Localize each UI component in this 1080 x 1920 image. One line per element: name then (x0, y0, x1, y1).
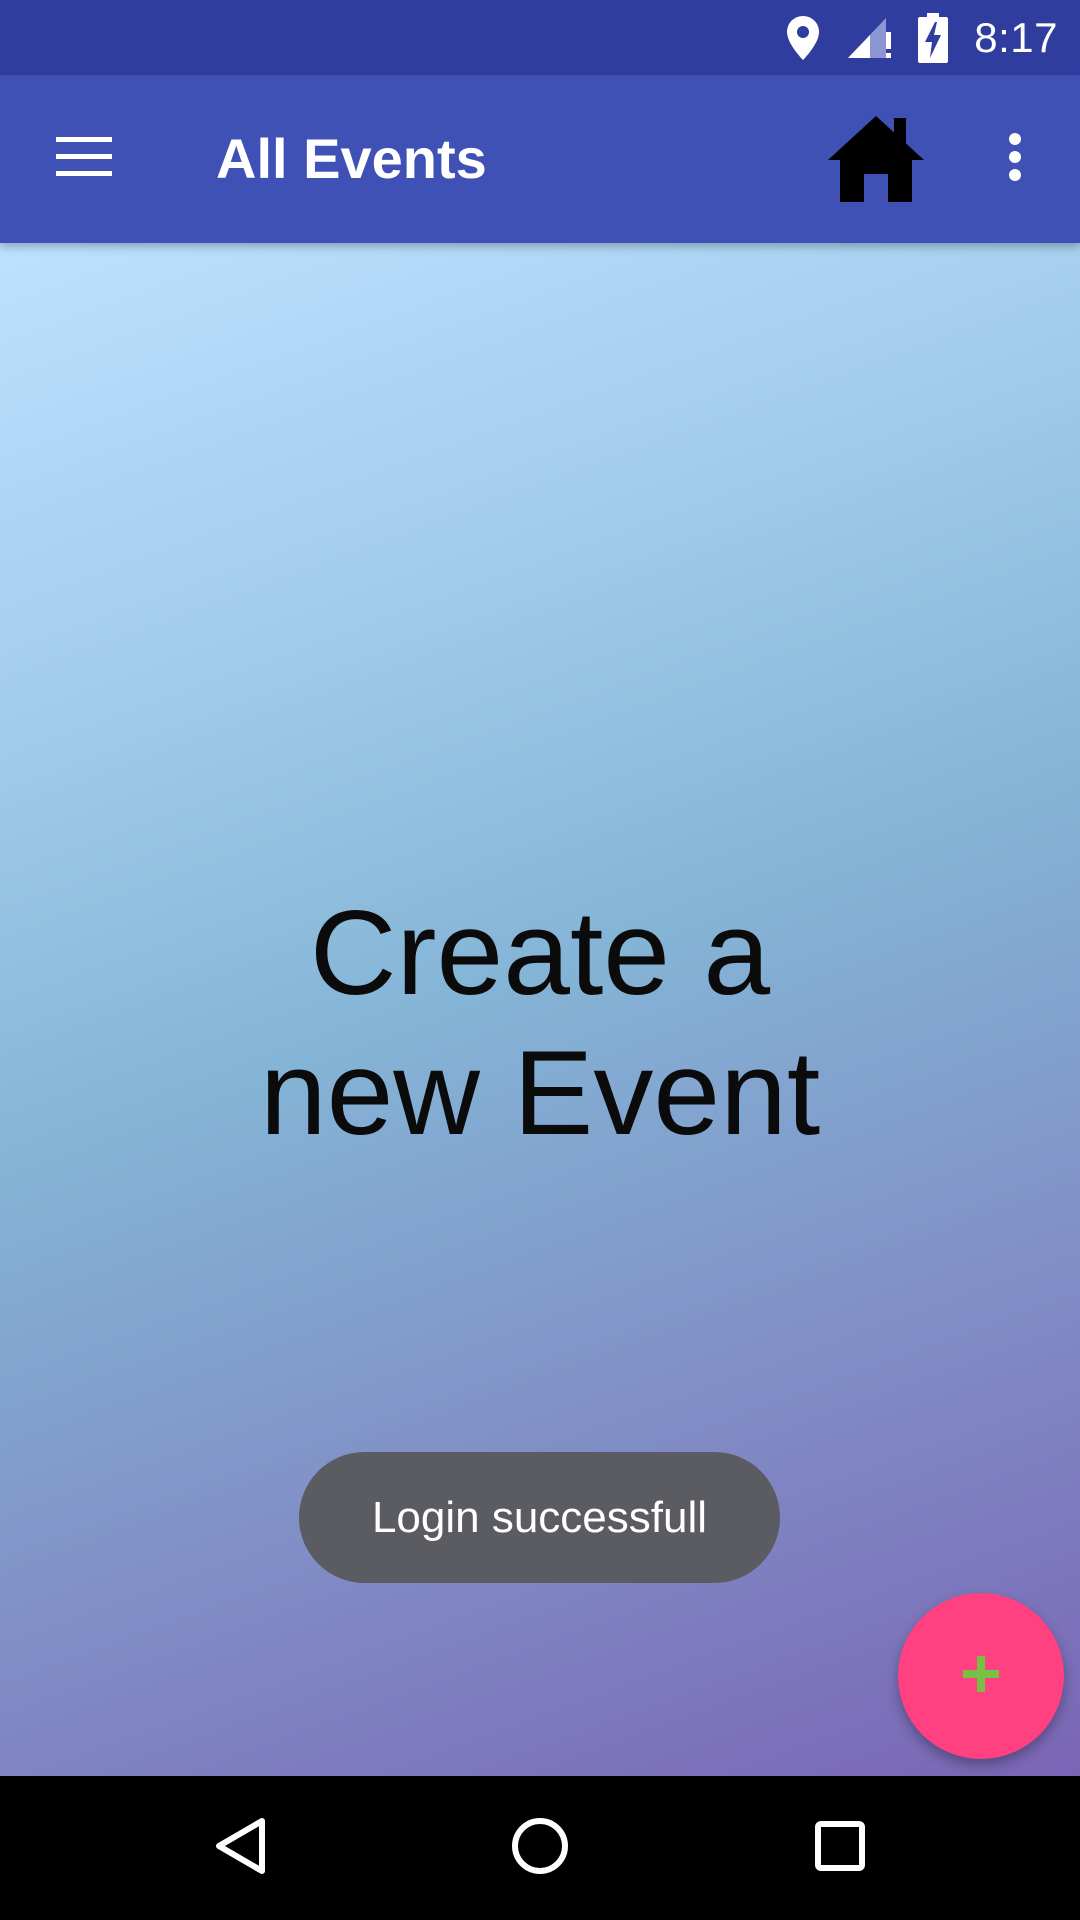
location-icon (786, 15, 820, 61)
create-event-message: Create a new Event (0, 883, 1080, 1163)
app-bar: All Events (0, 75, 1080, 243)
toast-text: Login successfull (371, 1492, 708, 1542)
overflow-menu-button[interactable] (980, 119, 1050, 199)
home-circle-icon (511, 1817, 569, 1880)
plus-icon (961, 1654, 1001, 1699)
navigation-bar (0, 1776, 1080, 1920)
recents-icon (815, 1820, 865, 1876)
home-button[interactable] (820, 111, 932, 211)
back-button[interactable] (190, 1798, 290, 1898)
menu-icon (56, 136, 112, 182)
menu-button[interactable] (40, 119, 128, 199)
back-icon (212, 1816, 268, 1881)
more-vert-icon (1008, 132, 1022, 187)
status-icons: 8:17 (786, 0, 1058, 75)
signal-icon (846, 16, 892, 60)
page-title: All Events (216, 127, 487, 190)
content-area: Create a new Event Login successfull (0, 243, 1080, 1776)
screen: 8:17 All Events Create a new Event Login… (0, 0, 1080, 1920)
message-line-1: Create a (309, 886, 771, 1020)
toast: Login successfull (299, 1452, 780, 1583)
battery-charging-icon (918, 12, 949, 63)
home-icon (826, 114, 926, 209)
status-time: 8:17 (974, 13, 1058, 61)
add-event-button[interactable] (898, 1593, 1064, 1759)
recents-button[interactable] (790, 1798, 890, 1898)
message-line-2: new Event (259, 1026, 821, 1160)
home-nav-button[interactable] (490, 1798, 590, 1898)
status-bar: 8:17 (0, 0, 1080, 75)
